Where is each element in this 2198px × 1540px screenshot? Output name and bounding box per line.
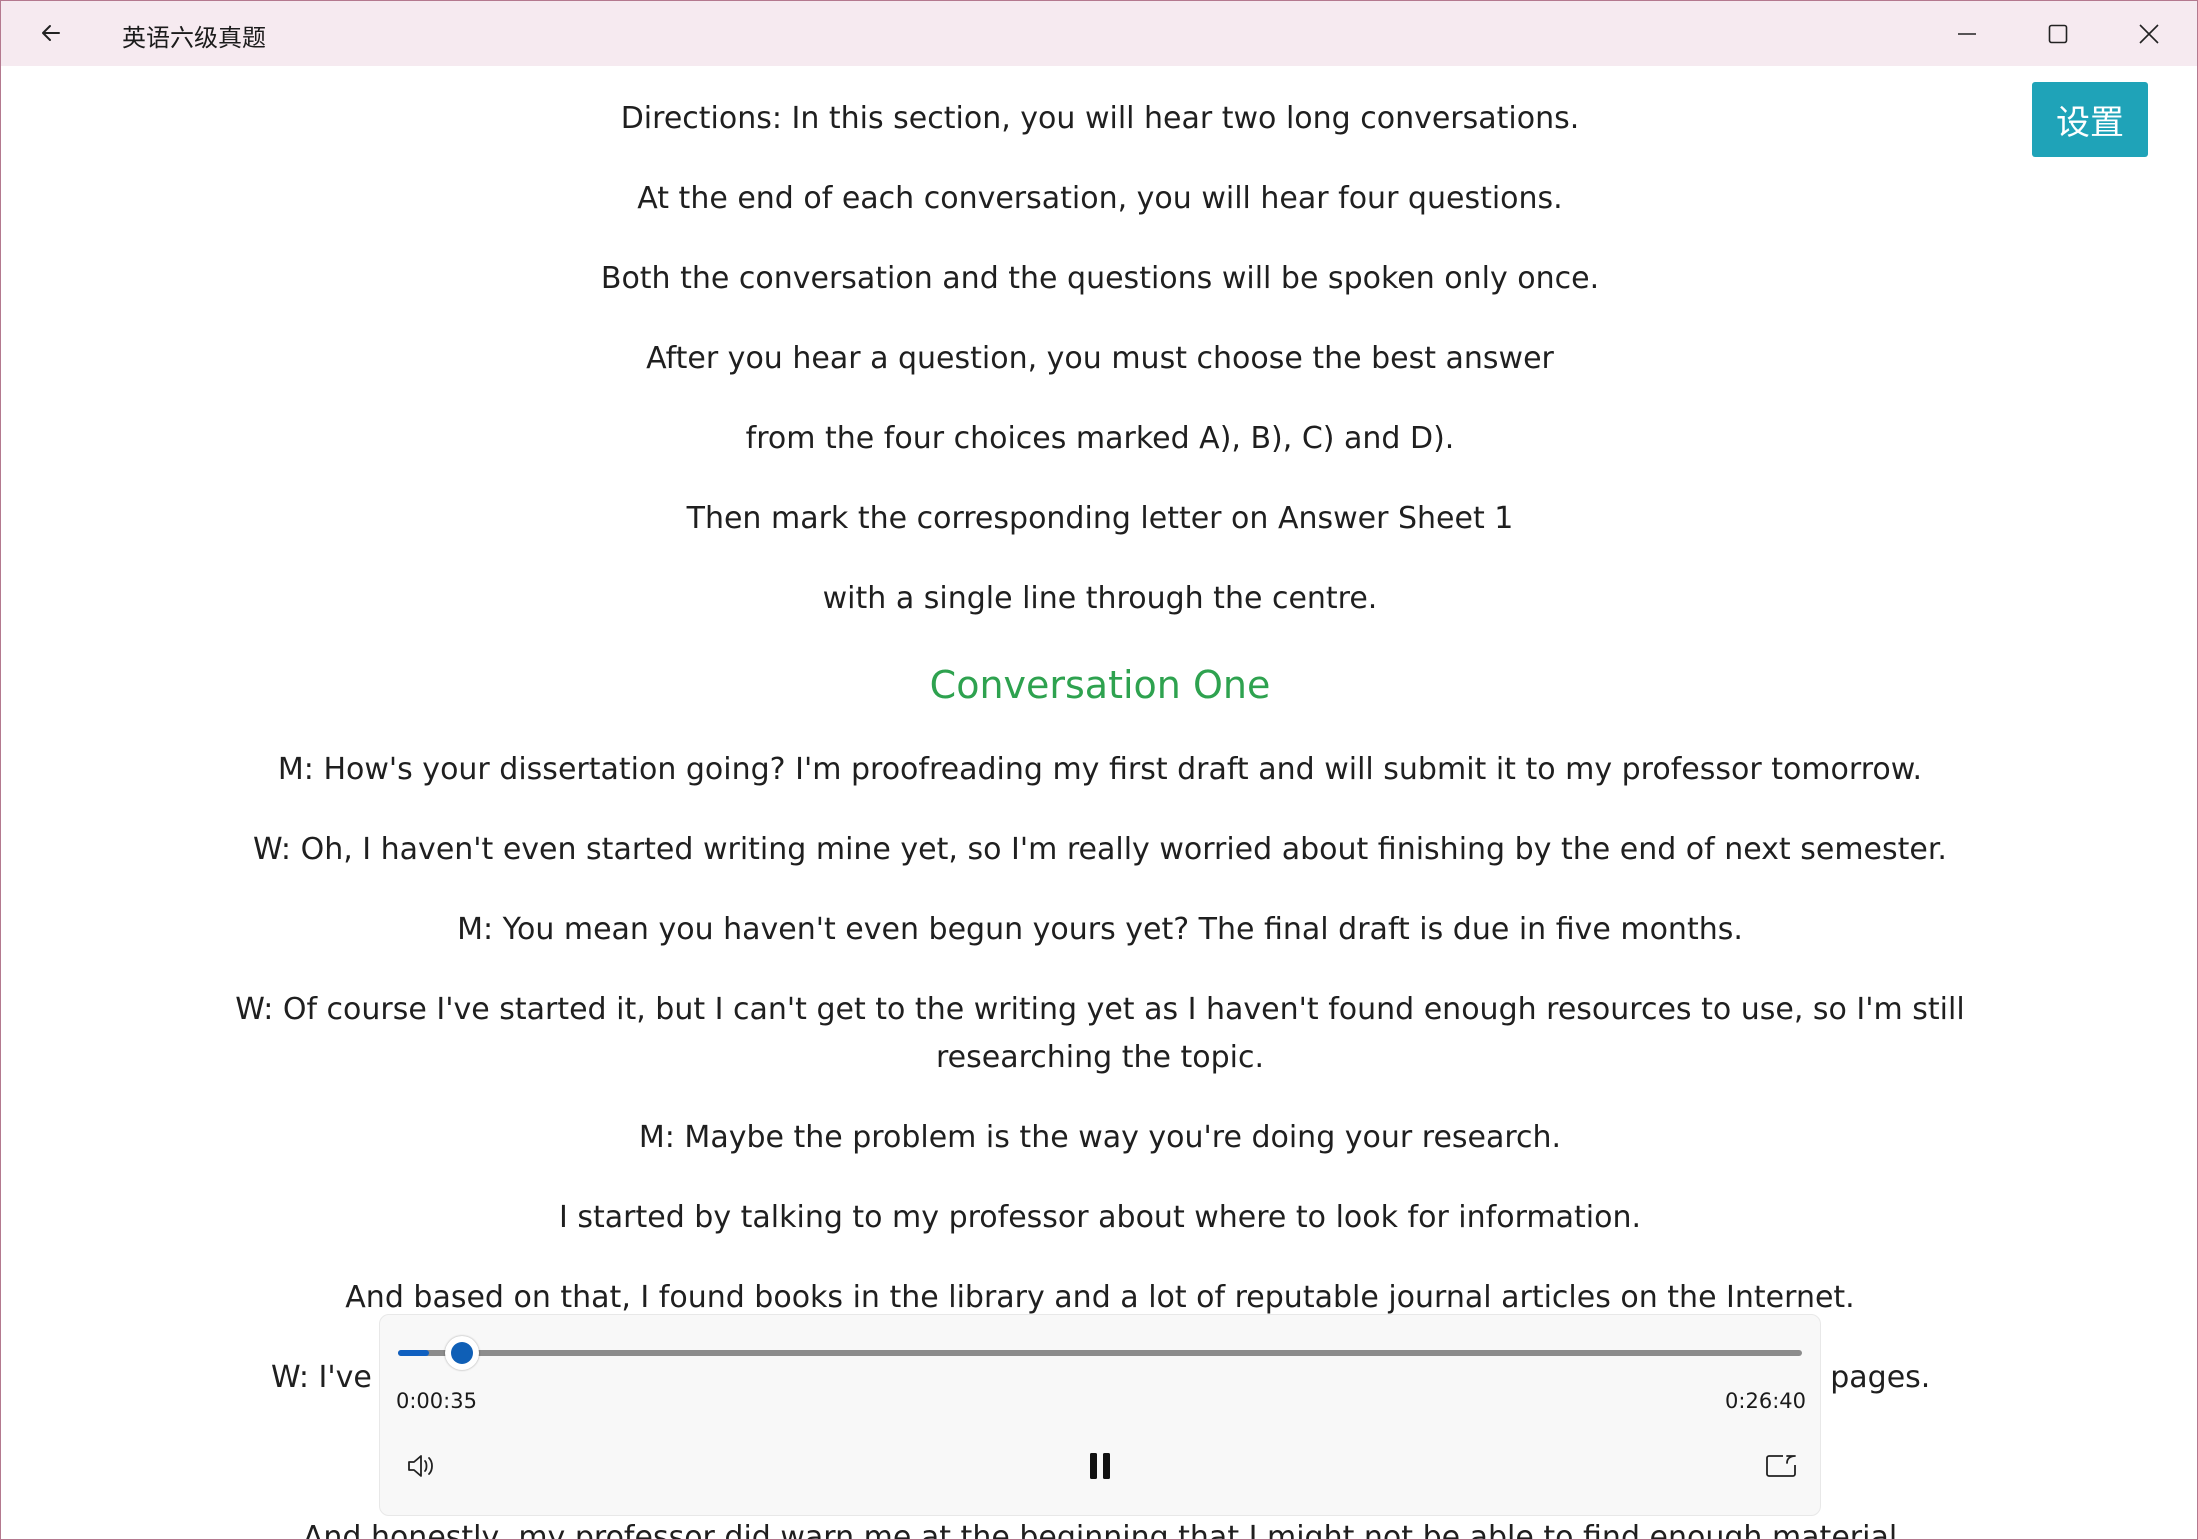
transcript-line: And honestly, my professor did warn me a… (302, 1520, 1898, 1539)
cast-icon (1766, 1455, 1796, 1477)
transcript-line: M: Maybe the problem is the way you're d… (638, 1120, 1562, 1155)
transcript-line: At the end of each conversation, you wil… (637, 181, 1563, 216)
pause-button[interactable] (1075, 1441, 1125, 1491)
back-button[interactable] (29, 13, 73, 53)
pause-icon (1090, 1453, 1110, 1479)
seek-thumb-dot (451, 1342, 473, 1364)
transcript-line: Then mark the corresponding letter on An… (686, 501, 1514, 536)
close-icon (2139, 23, 2159, 44)
title-bar: 英语六级真题 (1, 1, 2197, 66)
seek-bar[interactable] (398, 1336, 1802, 1370)
media-player: 0:00:35 0:26:40 (379, 1314, 1821, 1516)
transcript-line: W: Oh, I haven't even started writing mi… (253, 832, 1947, 867)
transcript-line-partial: ) pages. (1809, 1360, 1931, 1395)
transcript-line: W: Of course I've started it, but I can'… (235, 992, 1965, 1075)
volume-button[interactable] (396, 1441, 446, 1491)
transcript-line: from the four choices marked A), B), C) … (745, 421, 1455, 456)
transcript-line: M: You mean you haven't even begun yours… (457, 912, 1743, 947)
settings-button[interactable]: 设置 (2032, 82, 2148, 157)
cast-button[interactable] (1756, 1441, 1806, 1491)
transcript-line: with a single line through the centre. (822, 581, 1378, 616)
volume-icon (408, 1455, 433, 1477)
close-button[interactable] (2104, 1, 2194, 66)
transcript-line: Both the conversation and the questions … (600, 261, 1600, 296)
transcript-line: Directions: In this section, you will he… (620, 101, 1580, 136)
transcript-line: M: How's your dissertation going? I'm pr… (277, 752, 1923, 787)
window-title: 英语六级真题 (122, 24, 266, 52)
section-heading: Conversation One (929, 663, 1271, 707)
seek-thumb[interactable] (445, 1336, 479, 1370)
maximize-icon (2048, 24, 2068, 43)
back-arrow-icon (42, 25, 60, 41)
app-window: 英语六级真题 Directions: In this section, you … (0, 0, 2198, 1540)
transcript-line-partial: W: I've t (271, 1360, 394, 1395)
seek-progress (398, 1350, 429, 1356)
maximize-button[interactable] (2013, 1, 2103, 66)
current-time: 0:00:35 (396, 1389, 477, 1413)
minimize-icon (1958, 32, 1976, 35)
minimize-button[interactable] (1922, 1, 2012, 66)
total-time: 0:26:40 (1725, 1389, 1806, 1413)
transcript-line: I started by talking to my professor abo… (559, 1200, 1641, 1235)
transcript-line: After you hear a question, you must choo… (646, 341, 1554, 376)
